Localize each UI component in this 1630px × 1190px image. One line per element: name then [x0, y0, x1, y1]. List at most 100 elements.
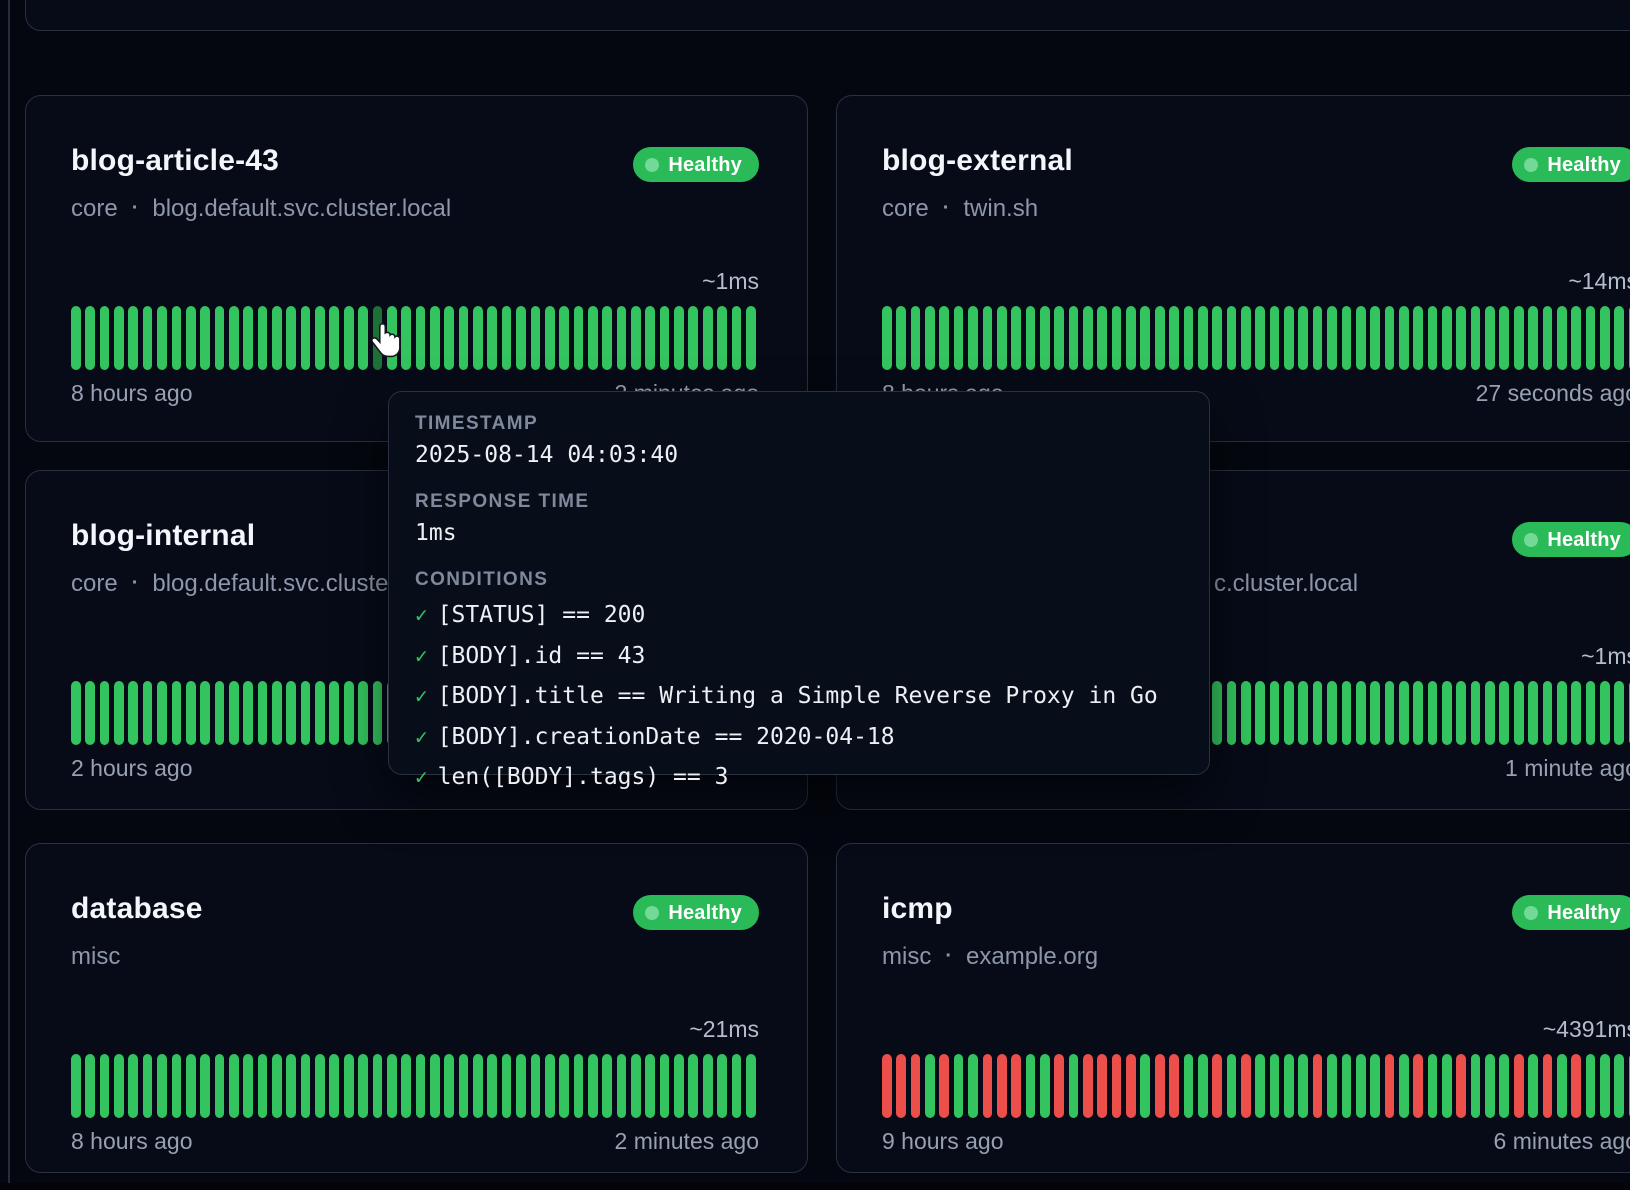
uptime-bar[interactable]	[1169, 306, 1179, 370]
uptime-bar[interactable]	[1370, 306, 1380, 370]
uptime-bar[interactable]	[602, 306, 612, 370]
uptime-bar[interactable]	[1471, 306, 1481, 370]
uptime-bar[interactable]	[1298, 681, 1308, 745]
uptime-bar[interactable]	[215, 1054, 225, 1118]
uptime-bar[interactable]	[416, 1054, 426, 1118]
uptime-bar[interactable]	[717, 306, 727, 370]
uptime-bar[interactable]	[660, 1054, 670, 1118]
uptime-bar[interactable]	[717, 1054, 727, 1118]
uptime-bar[interactable]	[1054, 306, 1064, 370]
card-database[interactable]: database Healthy misc ~21ms 8 hours ago …	[25, 843, 808, 1173]
uptime-bar[interactable]	[1255, 1054, 1265, 1118]
uptime-bar[interactable]	[85, 1054, 95, 1118]
uptime-bar[interactable]	[172, 306, 182, 370]
uptime-bar[interactable]	[1011, 1054, 1021, 1118]
uptime-bar[interactable]	[1126, 1054, 1136, 1118]
uptime-bar[interactable]	[1069, 1054, 1079, 1118]
uptime-bar[interactable]	[703, 1054, 713, 1118]
uptime-bar[interactable]	[674, 306, 684, 370]
uptime-bar[interactable]	[588, 306, 598, 370]
uptime-bar[interactable]	[1241, 1054, 1251, 1118]
partial-card-top[interactable]	[25, 0, 1630, 31]
uptime-bar[interactable]	[1485, 681, 1495, 745]
uptime-bar[interactable]	[1399, 681, 1409, 745]
uptime-bar[interactable]	[1586, 1054, 1596, 1118]
uptime-bar[interactable]	[1428, 1054, 1438, 1118]
uptime-bar[interactable]	[911, 306, 921, 370]
uptime-bar[interactable]	[688, 306, 698, 370]
uptime-bar[interactable]	[939, 306, 949, 370]
uptime-bar[interactable]	[645, 1054, 655, 1118]
uptime-bar[interactable]	[473, 1054, 483, 1118]
uptime-bar[interactable]	[487, 306, 497, 370]
uptime-bar[interactable]	[114, 306, 124, 370]
uptime-bar[interactable]	[954, 306, 964, 370]
uptime-bar[interactable]	[1471, 1054, 1481, 1118]
uptime-bar[interactable]	[1543, 306, 1553, 370]
uptime-bar[interactable]	[186, 306, 196, 370]
uptime-bar[interactable]	[416, 306, 426, 370]
uptime-bar[interactable]	[315, 1054, 325, 1118]
uptime-bar[interactable]	[215, 306, 225, 370]
uptime-bar[interactable]	[1428, 306, 1438, 370]
uptime-bar[interactable]	[617, 1054, 627, 1118]
uptime-bar[interactable]	[703, 306, 713, 370]
uptime-bar[interactable]	[896, 306, 906, 370]
uptime-bar[interactable]	[674, 1054, 684, 1118]
uptime-bar[interactable]	[983, 306, 993, 370]
uptime-bar[interactable]	[459, 306, 469, 370]
uptime-bar[interactable]	[329, 306, 339, 370]
uptime-bar[interactable]	[559, 306, 569, 370]
uptime-bar[interactable]	[545, 306, 555, 370]
uptime-bar[interactable]	[286, 1054, 296, 1118]
uptime-bar[interactable]	[1255, 681, 1265, 745]
uptime-bar[interactable]	[1442, 681, 1452, 745]
uptime-bar[interactable]	[1112, 306, 1122, 370]
uptime-bar[interactable]	[1313, 1054, 1323, 1118]
uptime-bar[interactable]	[1571, 1054, 1581, 1118]
uptime-bar[interactable]	[1499, 306, 1509, 370]
uptime-bar[interactable]	[1198, 1054, 1208, 1118]
uptime-bar-chart[interactable]	[882, 306, 1630, 370]
uptime-bar[interactable]	[430, 1054, 440, 1118]
uptime-bar[interactable]	[1270, 681, 1280, 745]
uptime-bar[interactable]	[1600, 681, 1610, 745]
uptime-bar-chart[interactable]	[882, 1054, 1630, 1118]
uptime-bar[interactable]	[1298, 1054, 1308, 1118]
uptime-bar[interactable]	[1140, 306, 1150, 370]
uptime-bar[interactable]	[588, 1054, 598, 1118]
uptime-bar[interactable]	[1370, 1054, 1380, 1118]
uptime-bar[interactable]	[1040, 306, 1050, 370]
uptime-bar[interactable]	[229, 1054, 239, 1118]
uptime-bar[interactable]	[1385, 681, 1395, 745]
uptime-bar[interactable]	[746, 306, 756, 370]
uptime-bar[interactable]	[1399, 1054, 1409, 1118]
uptime-bar-chart[interactable]	[71, 1054, 761, 1118]
uptime-bar[interactable]	[1155, 306, 1165, 370]
uptime-bar[interactable]	[85, 681, 95, 745]
uptime-bar[interactable]	[1485, 306, 1495, 370]
uptime-bar[interactable]	[186, 1054, 196, 1118]
uptime-bar[interactable]	[329, 681, 339, 745]
uptime-bar[interactable]	[1255, 306, 1265, 370]
card-blog-article-43[interactable]: blog-article-43 Healthy core·blog.defaul…	[25, 95, 808, 442]
uptime-bar[interactable]	[1586, 681, 1596, 745]
uptime-bar[interactable]	[1313, 306, 1323, 370]
uptime-bar[interactable]	[1313, 681, 1323, 745]
uptime-bar[interactable]	[243, 1054, 253, 1118]
uptime-bar[interactable]	[617, 306, 627, 370]
card-blog-external[interactable]: blog-external Healthy core·twin.sh ~14ms…	[836, 95, 1630, 442]
uptime-bar[interactable]	[882, 1054, 892, 1118]
uptime-bar[interactable]	[1586, 306, 1596, 370]
uptime-bar[interactable]	[1342, 681, 1352, 745]
uptime-bar[interactable]	[1370, 681, 1380, 745]
uptime-bar[interactable]	[229, 306, 239, 370]
uptime-bar[interactable]	[100, 306, 110, 370]
uptime-bar[interactable]	[100, 1054, 110, 1118]
uptime-bar[interactable]	[1212, 306, 1222, 370]
uptime-bar[interactable]	[1298, 306, 1308, 370]
uptime-bar[interactable]	[882, 306, 892, 370]
uptime-bar[interactable]	[1385, 306, 1395, 370]
uptime-bar[interactable]	[200, 306, 210, 370]
uptime-bar[interactable]	[358, 306, 368, 370]
